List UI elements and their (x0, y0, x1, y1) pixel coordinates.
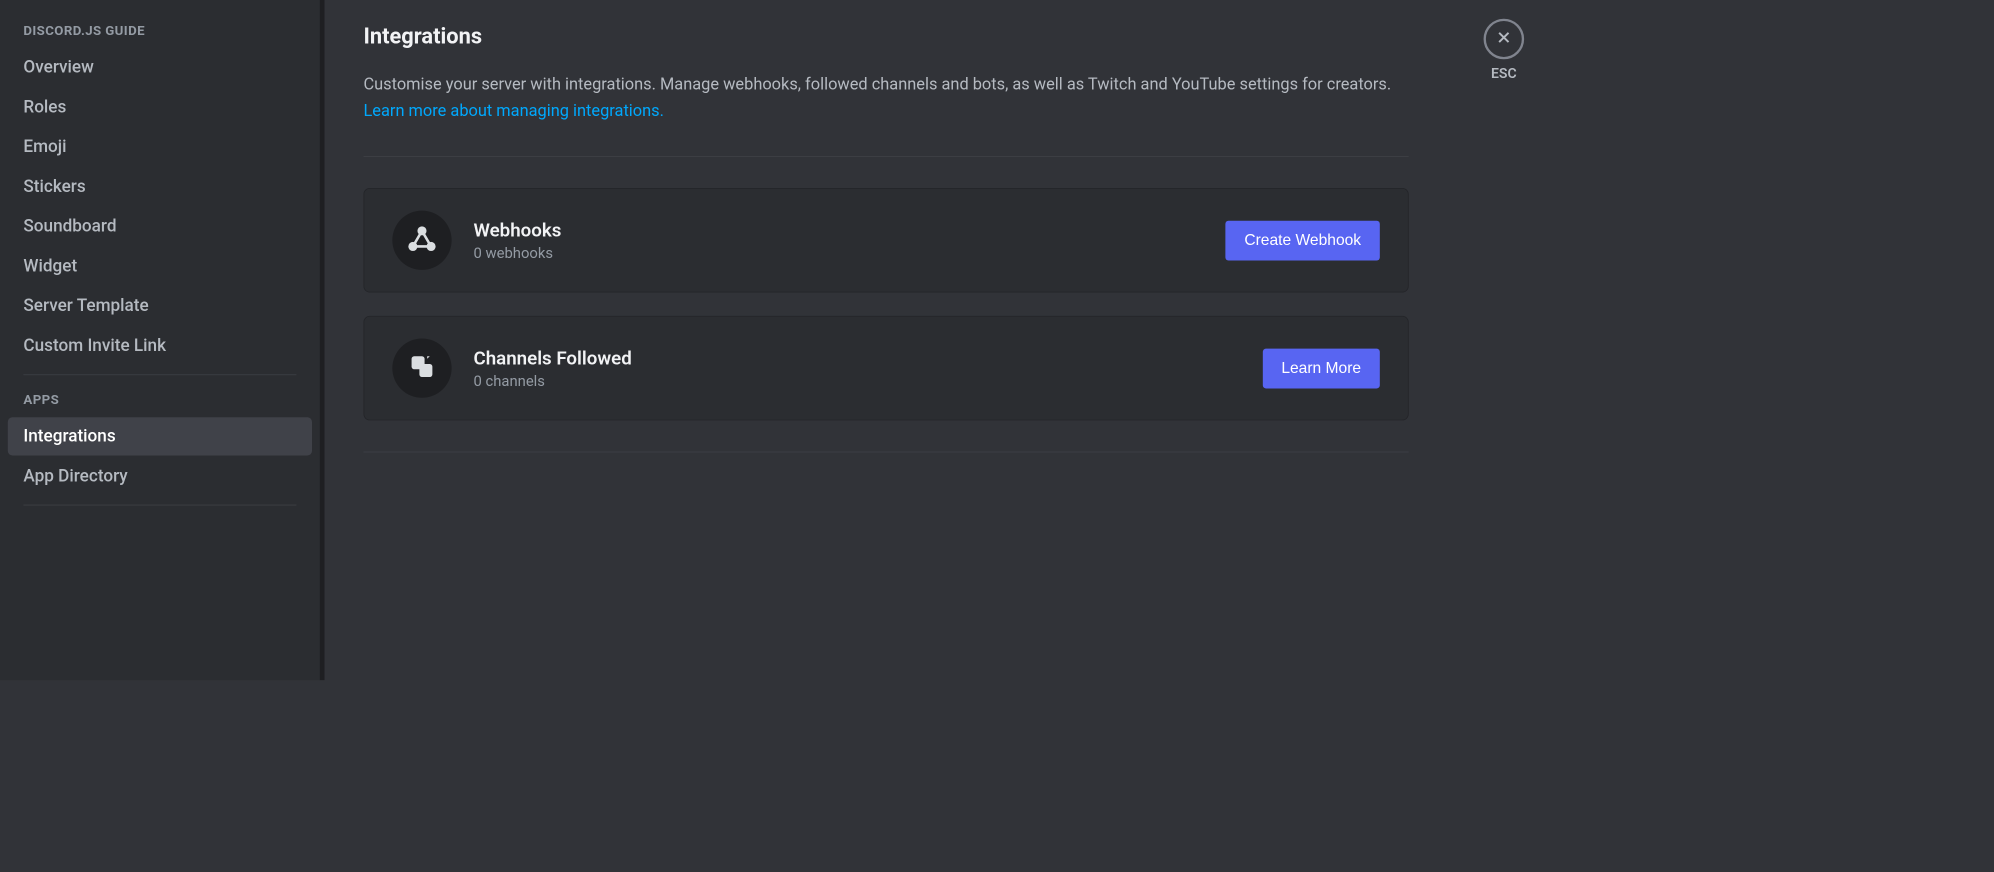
create-webhook-button[interactable]: Create Webhook (1226, 220, 1380, 260)
sidebar-section-header-guide: DISCORD.JS GUIDE (8, 16, 312, 47)
description-text: Customise your server with integrations.… (363, 76, 1391, 95)
learn-more-button[interactable]: Learn More (1263, 348, 1380, 388)
close-icon (1494, 28, 1513, 50)
sidebar-item-server-template[interactable]: Server Template (8, 287, 312, 325)
learn-more-link[interactable]: Learn more about managing integrations. (363, 102, 663, 121)
sidebar-item-roles[interactable]: Roles (8, 88, 312, 126)
card-text: Channels Followed 0 channels (473, 347, 1240, 390)
card-subtitle-channels-followed: 0 channels (473, 372, 1240, 390)
card-title-channels-followed: Channels Followed (473, 347, 1240, 369)
card-subtitle-webhooks: 0 webhooks (473, 244, 1203, 262)
sidebar-item-integrations[interactable]: Integrations (8, 417, 312, 455)
channels-followed-icon (406, 351, 437, 385)
card-channels-followed: Channels Followed 0 channels Learn More (363, 316, 1408, 421)
sidebar-item-emoji[interactable]: Emoji (8, 128, 312, 166)
sidebar-item-custom-invite-link[interactable]: Custom Invite Link (8, 327, 312, 365)
close-button[interactable] (1484, 19, 1525, 60)
page-description: Customise your server with integrations.… (363, 73, 1408, 125)
close-area: ESC (1484, 19, 1525, 82)
main-content: ESC Integrations Customise your server w… (324, 0, 1555, 680)
content-divider (363, 156, 1408, 157)
content-divider (363, 452, 1408, 453)
sidebar-divider (23, 505, 296, 506)
sidebar-divider (23, 374, 296, 375)
sidebar: DISCORD.JS GUIDE Overview Roles Emoji St… (0, 0, 320, 680)
webhook-icon (406, 223, 437, 257)
esc-label: ESC (1491, 66, 1517, 82)
sidebar-item-soundboard[interactable]: Soundboard (8, 207, 312, 245)
page-title: Integrations (363, 23, 1516, 49)
card-text: Webhooks 0 webhooks (473, 219, 1203, 262)
card-title-webhooks: Webhooks (473, 219, 1203, 241)
sidebar-section-header-apps: APPS (8, 385, 312, 416)
card-icon-wrap (392, 211, 451, 270)
card-icon-wrap (392, 339, 451, 398)
sidebar-item-overview[interactable]: Overview (8, 48, 312, 86)
sidebar-item-app-directory[interactable]: App Directory (8, 457, 312, 495)
sidebar-item-widget[interactable]: Widget (8, 247, 312, 285)
sidebar-item-stickers[interactable]: Stickers (8, 168, 312, 206)
card-webhooks: Webhooks 0 webhooks Create Webhook (363, 188, 1408, 293)
